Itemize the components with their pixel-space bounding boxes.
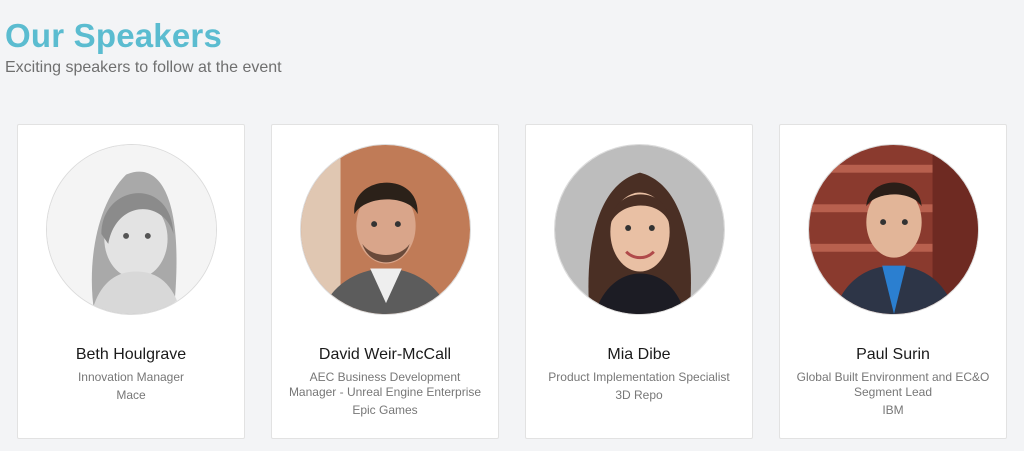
speaker-details: Innovation Manager Mace [32, 370, 230, 403]
speaker-name: David Weir-McCall [318, 346, 452, 363]
portrait-image [555, 145, 724, 314]
speaker-role: AEC Business Development Manager - Unrea… [288, 370, 482, 399]
speaker-card[interactable]: Beth Houlgrave Innovation Manager Mace [17, 124, 245, 439]
speaker-photo [554, 144, 725, 315]
speaker-name: Beth Houlgrave [75, 346, 187, 363]
portrait-image [47, 145, 216, 314]
speaker-details: AEC Business Development Manager - Unrea… [286, 370, 484, 418]
speaker-details: Product Implementation Specialist 3D Rep… [540, 370, 738, 403]
speaker-company: Mace [116, 388, 146, 402]
speakers-section: Our Speakers Exciting speakers to follow… [0, 0, 1024, 451]
speaker-role: Innovation Manager [77, 370, 185, 384]
speaker-name: Mia Dibe [607, 346, 671, 363]
speaker-role: Global Built Environment and EC&O Segmen… [796, 370, 990, 399]
speaker-company: IBM [882, 403, 904, 417]
speaker-cards: Beth Houlgrave Innovation Manager Mace D… [17, 124, 1007, 439]
speaker-photo [46, 144, 217, 315]
speaker-photo [300, 144, 471, 315]
portrait-image [809, 145, 978, 314]
speaker-company: Epic Games [352, 403, 418, 417]
portrait-image [301, 145, 470, 314]
speaker-details: Global Built Environment and EC&O Segmen… [794, 370, 992, 418]
section-subtitle: Exciting speakers to follow at the event [5, 59, 282, 76]
speaker-role: Product Implementation Specialist [548, 370, 730, 384]
speaker-card[interactable]: David Weir-McCall AEC Business Developme… [271, 124, 499, 439]
speaker-card[interactable]: Mia Dibe Product Implementation Speciali… [525, 124, 753, 439]
speaker-name: Paul Surin [856, 346, 930, 363]
speaker-company: 3D Repo [615, 388, 663, 402]
speaker-card[interactable]: Paul Surin Global Built Environment and … [779, 124, 1007, 439]
section-title: Our Speakers [5, 17, 223, 54]
speaker-photo [808, 144, 979, 315]
